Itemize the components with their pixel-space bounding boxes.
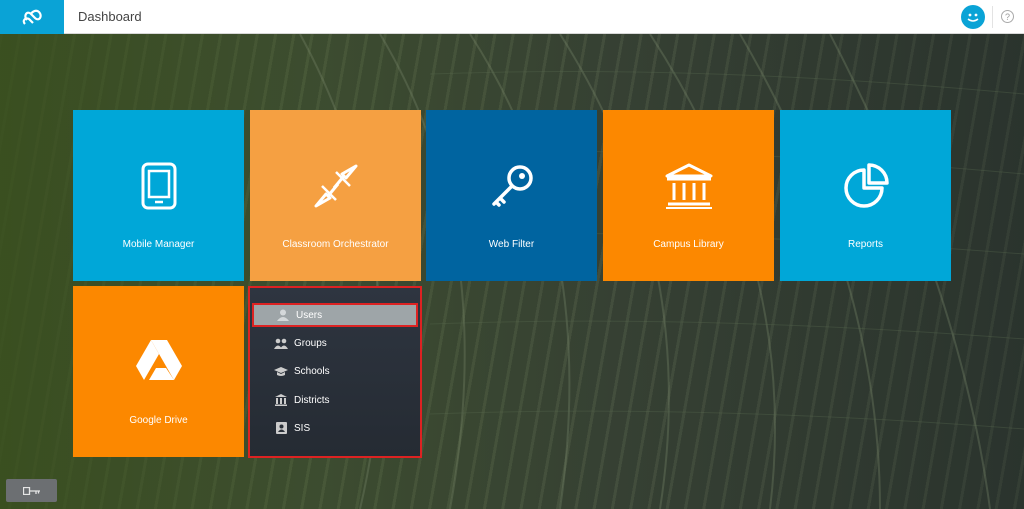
contact-card-icon xyxy=(272,422,290,434)
menu-item-label: Schools xyxy=(294,365,330,377)
page-title: Dashboard xyxy=(78,9,142,24)
logo[interactable] xyxy=(0,0,64,34)
tile-web-filter[interactable]: Web Filter xyxy=(426,110,597,281)
graduation-cap-icon xyxy=(272,366,290,377)
menu-item-districts[interactable]: Districts xyxy=(252,388,418,412)
tile-mobile-manager[interactable]: Mobile Manager xyxy=(73,110,244,281)
menu-item-groups[interactable]: Groups xyxy=(252,331,418,355)
users-icon xyxy=(272,338,290,349)
user-icon xyxy=(274,309,292,321)
tile-campus-library[interactable]: Campus Library xyxy=(603,110,774,281)
question-icon[interactable]: ? xyxy=(1001,10,1014,23)
smiley-avatar-icon[interactable] xyxy=(961,5,985,29)
tile-label: Campus Library xyxy=(653,239,724,250)
infinity-logo-icon xyxy=(22,9,42,25)
google-drive-icon xyxy=(135,340,182,380)
top-bar: Dashboard ? xyxy=(0,0,1024,34)
key-icon xyxy=(22,486,40,495)
tile-label: Web Filter xyxy=(488,239,535,250)
pie-chart-icon xyxy=(843,163,889,208)
tile-label: Classroom Orchestrator xyxy=(282,239,389,250)
tile-label: Mobile Manager xyxy=(122,239,195,250)
tablet-icon xyxy=(141,162,176,210)
compass-arrows-icon xyxy=(314,164,357,208)
menu-item-schools[interactable]: Schools xyxy=(252,359,418,383)
key-button[interactable] xyxy=(6,479,57,502)
tile-label: Google Drive xyxy=(129,415,188,426)
tile-reports[interactable]: Reports xyxy=(780,110,951,281)
menu-item-label: Groups xyxy=(294,337,327,349)
tile-google-drive[interactable]: Google Drive xyxy=(73,286,244,457)
divider xyxy=(992,6,993,28)
menu-item-label: Users xyxy=(296,309,323,321)
key-icon xyxy=(491,165,533,207)
menu-item-users[interactable]: Users xyxy=(252,303,418,327)
menu-item-label: SIS xyxy=(294,422,311,434)
building-icon xyxy=(272,394,290,406)
admin-menu: Users Groups Schools Districts SIS xyxy=(248,286,422,458)
library-building-icon xyxy=(665,163,712,209)
menu-item-label: Districts xyxy=(294,394,330,406)
tile-classroom-orchestrator[interactable]: Classroom Orchestrator xyxy=(250,110,421,281)
menu-item-sis[interactable]: SIS xyxy=(252,416,418,440)
tile-label: Reports xyxy=(847,239,883,250)
